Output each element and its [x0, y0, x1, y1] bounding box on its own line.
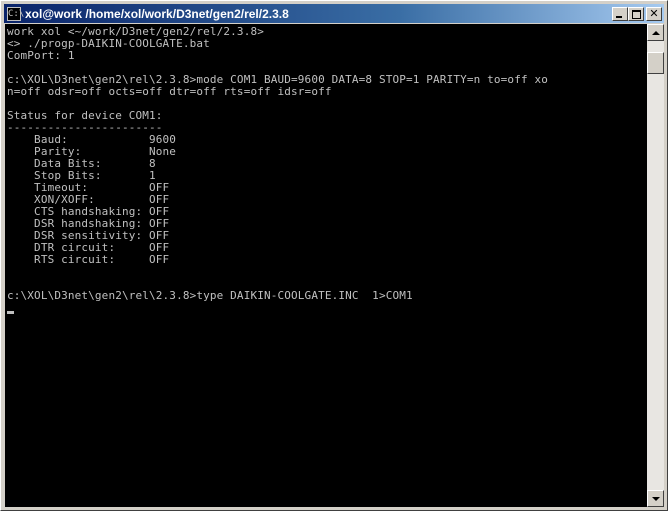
arrow-up-icon [651, 30, 660, 35]
close-icon: ✕ [649, 6, 659, 20]
arrow-down-icon [651, 496, 660, 501]
maximize-icon [632, 9, 641, 19]
console-window: C:\ xol@work /home/xol/work/D3net/gen2/r… [0, 0, 668, 511]
console-icon[interactable]: C:\ [7, 6, 24, 21]
scroll-down-button[interactable] [647, 490, 664, 507]
console-output[interactable]: work xol <~/work/D3net/gen2/rel/2.3.8> <>… [5, 24, 647, 507]
minimize-button[interactable] [612, 6, 628, 21]
maximize-button[interactable] [628, 6, 644, 21]
console-line: c:\XOL\D3net\gen2\rel\2.3.8>type DAIKIN-… [7, 289, 413, 302]
console-line: RTS circuit: OFF [7, 253, 170, 266]
minimize-icon [616, 15, 622, 18]
close-button[interactable]: ✕ [646, 6, 662, 21]
vertical-scrollbar[interactable] [647, 24, 664, 507]
console-line: n=off odsr=off octs=off dtr=off rts=off … [7, 85, 332, 98]
text-cursor [7, 311, 14, 314]
console-line: ComPort: 1 [7, 49, 75, 62]
window-title: xol@work /home/xol/work/D3net/gen2/rel/2… [25, 6, 289, 21]
title-bar[interactable]: C:\ xol@work /home/xol/work/D3net/gen2/r… [4, 4, 664, 23]
scroll-up-button[interactable] [647, 24, 664, 41]
scrollbar-thumb[interactable] [647, 52, 664, 74]
